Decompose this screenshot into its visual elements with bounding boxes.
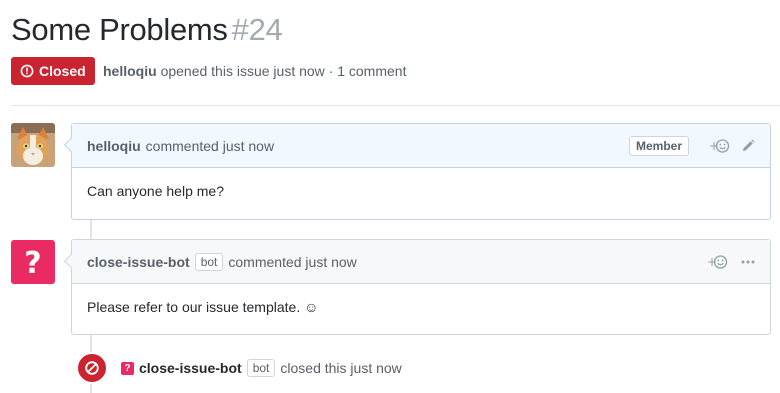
- comment-time[interactable]: commented just now: [228, 254, 356, 270]
- add-reaction-icon[interactable]: +: [709, 138, 731, 154]
- comment-header: helloqiu commented just now Member +: [72, 124, 770, 168]
- add-reaction-icon[interactable]: +: [707, 254, 729, 270]
- event-text: closed this just now: [280, 360, 402, 376]
- comment-author-link[interactable]: helloqiu: [87, 138, 141, 154]
- svg-text:+: +: [709, 139, 719, 153]
- comment-header: close-issue-bot bot commented just now +: [72, 240, 770, 284]
- comment-body: Can anyone help me?: [87, 183, 224, 199]
- pencil-icon[interactable]: [741, 139, 755, 153]
- svg-text:+: +: [707, 255, 717, 269]
- event-actor-link[interactable]: close-issue-bot: [139, 360, 242, 376]
- state-badge: Closed: [11, 57, 95, 85]
- kebab-icon[interactable]: [741, 260, 755, 264]
- comment: helloqiu commented just now Member + Can…: [63, 123, 771, 220]
- issue-number: #24: [231, 12, 283, 47]
- issue-meta-text: opened this issue just now · 1 comment: [160, 63, 407, 79]
- circle-slash-icon: [76, 352, 108, 384]
- issue-meta: helloqiu opened this issue just now · 1 …: [103, 63, 406, 79]
- bot-label: bot: [194, 252, 224, 271]
- comment-author-link[interactable]: close-issue-bot: [87, 254, 190, 270]
- avatar[interactable]: [11, 123, 55, 167]
- closed-event: ? close-issue-bot bot closed this just n…: [76, 352, 402, 384]
- issue-title: Some Problems #24: [11, 12, 283, 48]
- svg-text:?: ?: [24, 246, 41, 280]
- issue-title-text: Some Problems: [11, 12, 228, 47]
- comment-body: Please refer to our issue template. ☺: [87, 299, 319, 315]
- issue-author-link[interactable]: helloqiu: [103, 63, 157, 79]
- issue-closed-icon: [20, 64, 34, 78]
- bot-label: bot: [246, 359, 276, 377]
- comment-time[interactable]: commented just now: [146, 138, 274, 154]
- bot-avatar[interactable]: ?: [11, 240, 55, 284]
- state-label: Closed: [39, 63, 86, 79]
- member-badge: Member: [628, 135, 689, 156]
- header-divider: [11, 105, 780, 106]
- comment: close-issue-bot bot commented just now +…: [63, 239, 771, 335]
- bot-mini-avatar[interactable]: ?: [121, 361, 134, 375]
